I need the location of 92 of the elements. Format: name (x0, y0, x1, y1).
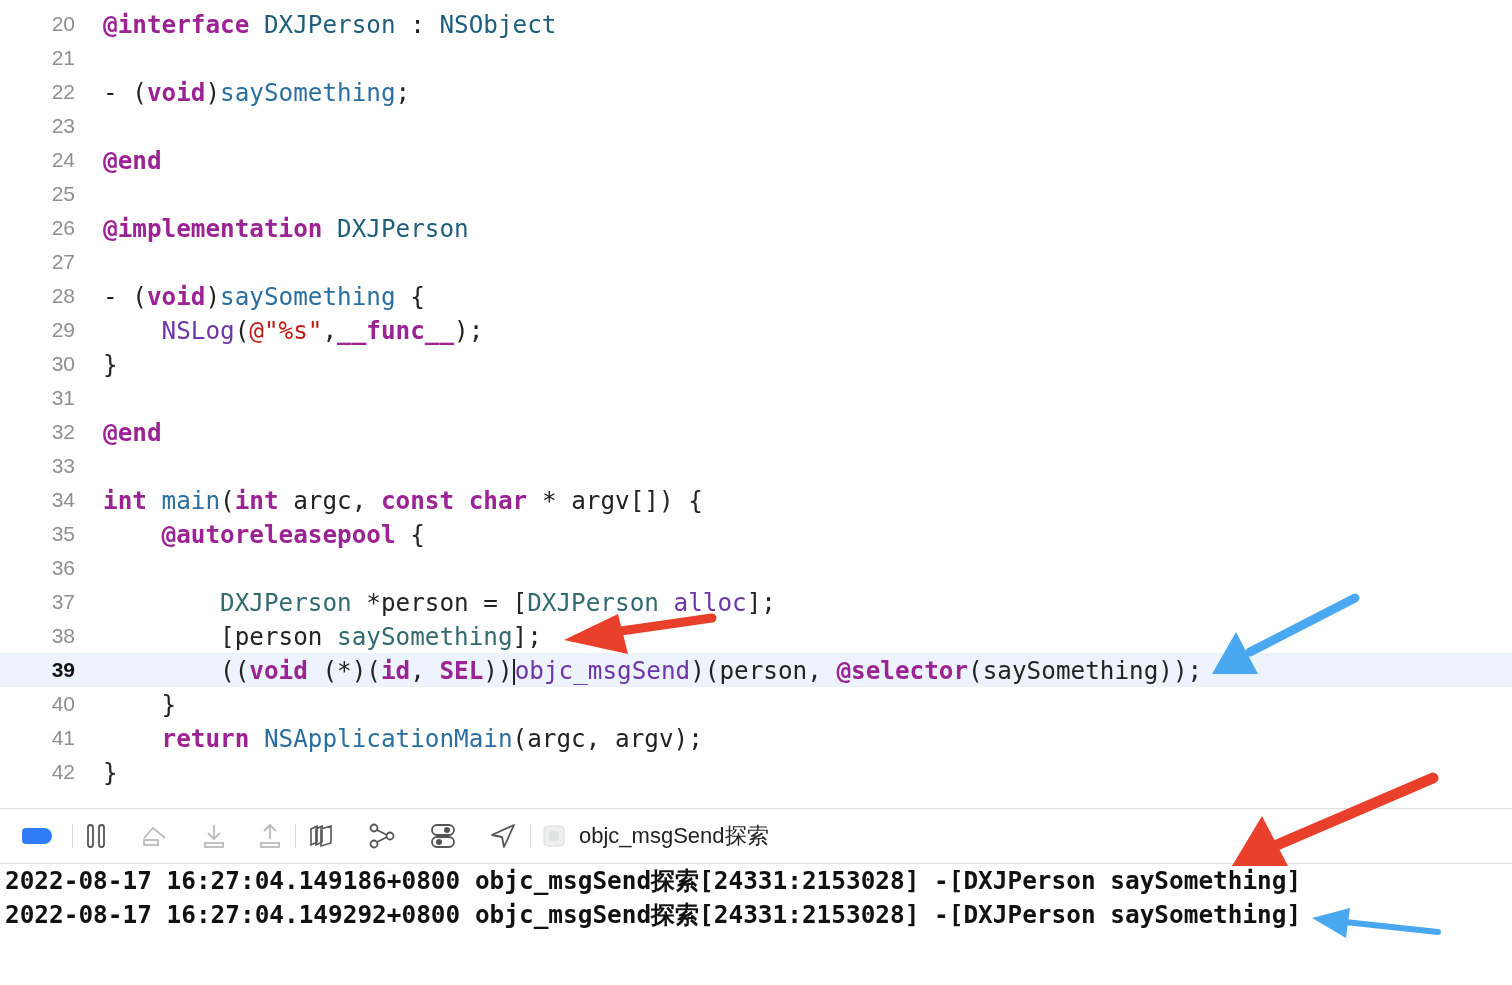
code-text: [person (219, 621, 324, 651)
line-number: 32 (50, 420, 75, 444)
code-token: NSLog (160, 315, 235, 345)
code-text: , (322, 315, 338, 345)
line-number: 38 (50, 624, 75, 648)
code-token: int (103, 485, 148, 515)
code-text: ) (205, 77, 221, 107)
code-token: DXJPerson (263, 9, 396, 39)
code-text: )(person, (690, 655, 823, 685)
code-text: ]; (746, 587, 776, 617)
code-text: * argv[]) { (540, 485, 703, 515)
line-number: 23 (50, 114, 75, 138)
console-output-line: 2022-08-17 16:27:04.149186+0800 objc_msgSend探索[24331:2153028] -[DXJPerson saySomething] (5, 865, 1302, 897)
code-text: ]; (512, 621, 542, 651)
line-number: 31 (50, 386, 75, 410)
line-number: 30 (50, 352, 75, 376)
line-number: 29 (50, 318, 75, 342)
code-token: @selector (836, 655, 969, 685)
code-token: NSObject (439, 9, 557, 39)
location-icon[interactable] (490, 823, 516, 849)
toggles-icon[interactable] (430, 823, 456, 849)
code-text: (( (219, 655, 250, 685)
code-token: @implementation (103, 213, 324, 243)
code-token: DXJPerson (337, 213, 469, 243)
code-text: - ( (103, 281, 147, 311)
code-token: @autoreleasepool (160, 519, 396, 549)
line-number: 20 (50, 12, 75, 36)
code-token: id (380, 655, 411, 685)
code-text: ; (395, 77, 411, 107)
line-number: 34 (50, 488, 75, 512)
breakpoints-toggle[interactable] (22, 828, 52, 844)
code-token: NSApplicationMain (263, 723, 513, 753)
code-text: , (410, 655, 426, 685)
code-token: return (160, 723, 251, 753)
console-output-line: 2022-08-17 16:27:04.149292+0800 objc_msgSend探索[24331:2153028] -[DXJPerson saySomething] (5, 899, 1302, 931)
code-token: saySomething (337, 621, 513, 651)
code-text: { (409, 281, 425, 311)
code-token: void (249, 655, 308, 685)
code-text: (argc, argv); (512, 723, 703, 753)
line-number: 36 (50, 556, 75, 580)
code-token: void (146, 281, 206, 311)
line-number: 24 (50, 148, 75, 172)
graph-icon[interactable] (368, 823, 396, 849)
code-token: @interface (103, 9, 251, 39)
line-number: 28 (50, 284, 75, 308)
line-number: 27 (50, 250, 75, 274)
line-number: 21 (50, 46, 75, 70)
target-name: objc_msgSend探索 (579, 822, 769, 850)
pause-icon[interactable] (85, 823, 107, 849)
code-token: alloc (673, 587, 747, 617)
text-cursor (512, 658, 515, 685)
code-token: @end (103, 145, 162, 175)
code-text: ) (205, 281, 221, 311)
code-text: (*)( (321, 655, 381, 685)
code-text: - ( (103, 77, 147, 107)
line-number: 40 (50, 692, 75, 716)
line-number: 37 (50, 590, 75, 614)
line-number: 22 (50, 80, 75, 104)
line-number: 35 (50, 522, 75, 546)
line-number: 33 (50, 454, 75, 478)
app-icon (543, 825, 565, 847)
code-text: ( (234, 315, 250, 345)
code-token: objc_msgSend (514, 655, 691, 685)
code-text: ); (454, 315, 484, 345)
code-token: void (146, 77, 206, 107)
code-text: (saySomething)); (968, 655, 1203, 685)
code-text: { (409, 519, 425, 549)
code-token: @end (103, 417, 162, 447)
code-token: __func__ (337, 315, 455, 345)
code-text: )) (483, 655, 513, 685)
line-number: 25 (50, 182, 75, 206)
code-text: } (103, 757, 118, 787)
code-token: DXJPerson (527, 587, 660, 617)
code-token: saySomething (220, 281, 396, 311)
layers-icon[interactable] (308, 823, 334, 849)
code-text: ( (220, 485, 235, 515)
code-token: SEL (439, 655, 484, 685)
code-token: saySomething (220, 77, 396, 107)
line-number: 41 (50, 726, 75, 750)
code-text: : (409, 9, 426, 39)
line-number: 26 (50, 216, 75, 240)
code-token: int (234, 485, 279, 515)
code-token: main (161, 485, 221, 515)
code-token: DXJPerson (219, 587, 352, 617)
line-number: 42 (50, 760, 75, 784)
code-token: const char (380, 485, 528, 515)
line-number: 39 (50, 658, 75, 682)
code-text: argc, (292, 485, 368, 515)
code-text: } (103, 349, 118, 379)
code-text: } (160, 689, 177, 719)
code-text: *person = [ (365, 587, 528, 617)
code-token: @"%s" (249, 315, 323, 345)
